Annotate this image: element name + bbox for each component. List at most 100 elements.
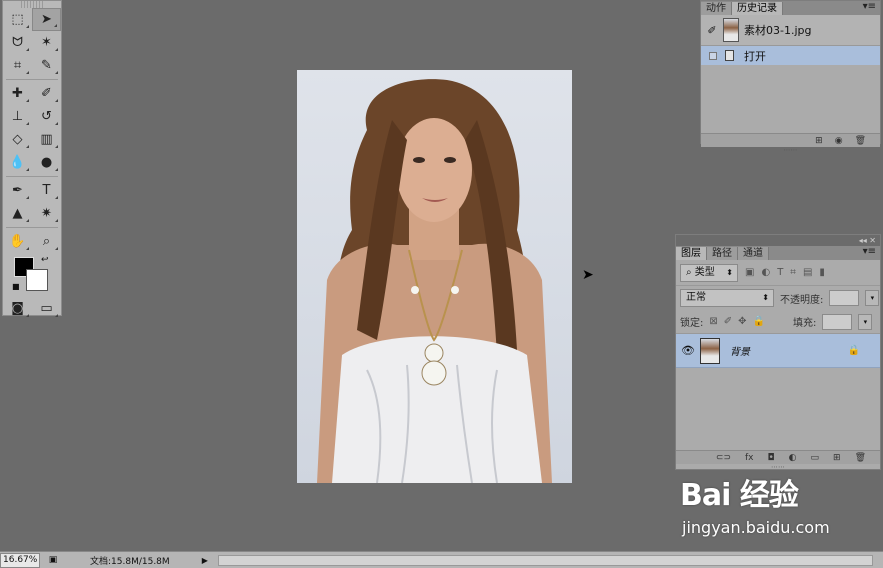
search-icon: ⌕ — [686, 266, 695, 278]
tab-paths[interactable]: 路径 — [707, 247, 738, 260]
delete-icon[interactable]: 🗑 — [855, 453, 866, 463]
lock-all-icon[interactable]: 🔒 — [753, 316, 765, 327]
watermark: Bai 经验 jingyan.baidu.com — [680, 470, 880, 550]
lock-label: 锁定: — [680, 318, 704, 329]
chevron-down-icon[interactable]: ▾ — [865, 290, 880, 306]
layers-tabbar: 图层 路径 通道 ▾≡ — [676, 246, 880, 260]
status-page-icon[interactable]: ▣ — [46, 555, 60, 565]
history-list-empty-area — [701, 65, 880, 133]
swap-colors-icon[interactable]: ↩ — [41, 255, 49, 265]
layers-footer: ⊂⊃ fx ◘ ◐ ▭ ⊞ 🗑 — [676, 450, 880, 464]
lock-pixels-icon[interactable]: ✐ — [724, 316, 732, 327]
panel-resize-grip[interactable]: ⋯⋯ — [701, 147, 880, 154]
status-menu-arrow-icon[interactable]: ▶ — [202, 556, 208, 565]
pen-icon[interactable]: ✒ — [3, 179, 32, 202]
default-colors-icon[interactable]: ■ — [12, 282, 20, 291]
fx-icon[interactable]: fx — [745, 453, 754, 463]
blend-row: 正常 ⬍ 不透明度: ▾ — [676, 286, 880, 310]
tab-actions[interactable]: 动作 — [701, 2, 732, 15]
lock-transparent-icon[interactable]: ⊠ — [709, 316, 717, 327]
layer-row[interactable]: 👁 背景 🔒 — [676, 334, 880, 368]
history-snapshot[interactable]: ✐ 素材03-1.jpg — [701, 15, 880, 46]
opacity-label: 不透明度: — [780, 294, 824, 306]
tab-channels[interactable]: 通道 — [738, 247, 769, 260]
toolbox-divider — [6, 176, 58, 177]
history-state-item[interactable]: 打开 — [701, 46, 880, 65]
filter-kind-select[interactable]: ⌕ 类型 ⬍ — [680, 263, 738, 282]
document-canvas[interactable] — [297, 70, 572, 483]
document-icon — [725, 50, 734, 61]
history-panel: 动作 历史记录 ▾≡ ✐ 素材03-1.jpg 打开 ⊞ ◉ 🗑 ⋯⋯ — [700, 0, 881, 154]
layer-name: 背景 — [730, 347, 750, 358]
blend-mode-select[interactable]: 正常 ⬍ — [680, 289, 774, 307]
fill-field[interactable] — [822, 313, 853, 330]
new-document-from-state-icon[interactable]: ⊞ — [815, 136, 823, 146]
add-mask-icon[interactable]: ◘ — [768, 453, 775, 463]
zoom-icon[interactable]: ⌕ — [32, 230, 61, 253]
eye-icon[interactable]: 👁 — [676, 344, 700, 357]
move-cursor-icon: ➤ — [582, 267, 594, 283]
lock-icon: 🔒 — [847, 345, 860, 356]
toolbox-divider — [6, 79, 58, 80]
history-brush-source-icon[interactable]: ✐ — [701, 24, 723, 37]
move-icon[interactable]: ➤ — [32, 8, 61, 31]
chevron-down-icon: ⬍ — [726, 267, 733, 277]
background-color[interactable] — [26, 269, 48, 291]
dodge-icon[interactable]: ● — [32, 151, 61, 174]
crop-icon[interactable]: ⌗ — [3, 54, 32, 77]
status-bar: 16.67% ▣ 文档:15.8M/15.8M ▶ — [0, 551, 883, 568]
opacity-field[interactable] — [829, 290, 860, 306]
new-snapshot-icon[interactable]: ◉ — [835, 136, 843, 146]
lock-position-icon[interactable]: ✥ — [738, 316, 746, 327]
magic-wand-icon[interactable]: ✶ — [32, 31, 61, 54]
filter-shape-icon[interactable]: ⌗ — [790, 267, 796, 278]
layers-panel: ◂◂ ✕ 图层 路径 通道 ▾≡ ⌕ 类型 ⬍ ▣ ◐ T ⌗ ▤ ▮ 正常 ⬍… — [675, 234, 881, 471]
brush-icon[interactable]: ✐ — [32, 82, 61, 105]
new-layer-icon[interactable]: ⊞ — [833, 453, 841, 463]
chevron-down-icon: ⬍ — [762, 293, 769, 302]
filter-pixel-icon[interactable]: ▣ — [745, 267, 754, 278]
lasso-icon[interactable]: ᗢ — [3, 31, 32, 54]
shape-icon[interactable]: ✷ — [32, 202, 61, 225]
healing-brush-icon[interactable]: ✚ — [3, 82, 32, 105]
tab-history[interactable]: 历史记录 — [732, 2, 783, 15]
type-icon[interactable]: T — [32, 179, 61, 202]
delete-icon[interactable]: 🗑 — [855, 136, 866, 146]
gradient-icon[interactable]: ▥ — [32, 128, 61, 151]
history-brush-icon[interactable]: ↺ — [32, 105, 61, 128]
filter-toggle-icon[interactable]: ▮ — [819, 267, 825, 278]
eyedropper-icon[interactable]: ✎ — [32, 54, 61, 77]
panel-menu-icon[interactable]: ▾≡ — [863, 1, 876, 12]
doc-size-info: 文档:15.8M/15.8M — [90, 556, 170, 567]
zoom-field[interactable]: 16.67% — [0, 552, 40, 568]
new-group-icon[interactable]: ▭ — [811, 453, 820, 463]
portrait-photo — [317, 79, 552, 483]
quick-mask-icon[interactable]: ◙ — [3, 297, 32, 320]
horizontal-scrollbar[interactable] — [217, 554, 873, 566]
path-select-icon[interactable]: ▲ — [3, 202, 32, 225]
watermark-logo: Bai 经验 — [680, 478, 799, 513]
hand-icon[interactable]: ✋ — [3, 230, 32, 253]
lock-row: 锁定: ⊠ ✐ ✥ 🔒 填充: ▾ — [676, 310, 880, 334]
toolbox: ⬚ ➤ ᗢ ✶ ⌗ ✎ ✚ ✐ ⊥ ↺ ◇ ▥ 💧 ● ✒ T ▲ ✷ ✋ ⌕ — [2, 0, 62, 317]
blend-mode-value: 正常 — [686, 292, 706, 303]
eraser-icon[interactable]: ◇ — [3, 128, 32, 151]
tab-layers[interactable]: 图层 — [676, 247, 707, 260]
snapshot-thumbnail — [723, 18, 739, 42]
chevron-down-icon[interactable]: ▾ — [858, 313, 873, 330]
history-state-checkbox[interactable] — [709, 51, 717, 60]
screen-mode-icon[interactable]: ▭ — [32, 297, 61, 320]
filter-adjustment-icon[interactable]: ◐ — [761, 267, 770, 278]
adjustment-layer-icon[interactable]: ◐ — [789, 453, 797, 463]
filter-type-icon[interactable]: T — [777, 267, 783, 278]
blur-icon[interactable]: 💧 — [3, 151, 32, 174]
clone-stamp-icon[interactable]: ⊥ — [3, 105, 32, 128]
filter-kind-value: 类型 — [694, 266, 715, 278]
filter-smart-object-icon[interactable]: ▤ — [803, 267, 812, 278]
toolbox-grip[interactable] — [21, 1, 43, 8]
panel-menu-icon[interactable]: ▾≡ — [863, 246, 876, 257]
link-layers-icon[interactable]: ⊂⊃ — [716, 453, 731, 463]
marquee-icon[interactable]: ⬚ — [3, 8, 32, 31]
color-swatches: ↩ ■ — [3, 253, 61, 297]
collapse-panel-icon[interactable]: ◂◂ ✕ — [676, 235, 880, 246]
